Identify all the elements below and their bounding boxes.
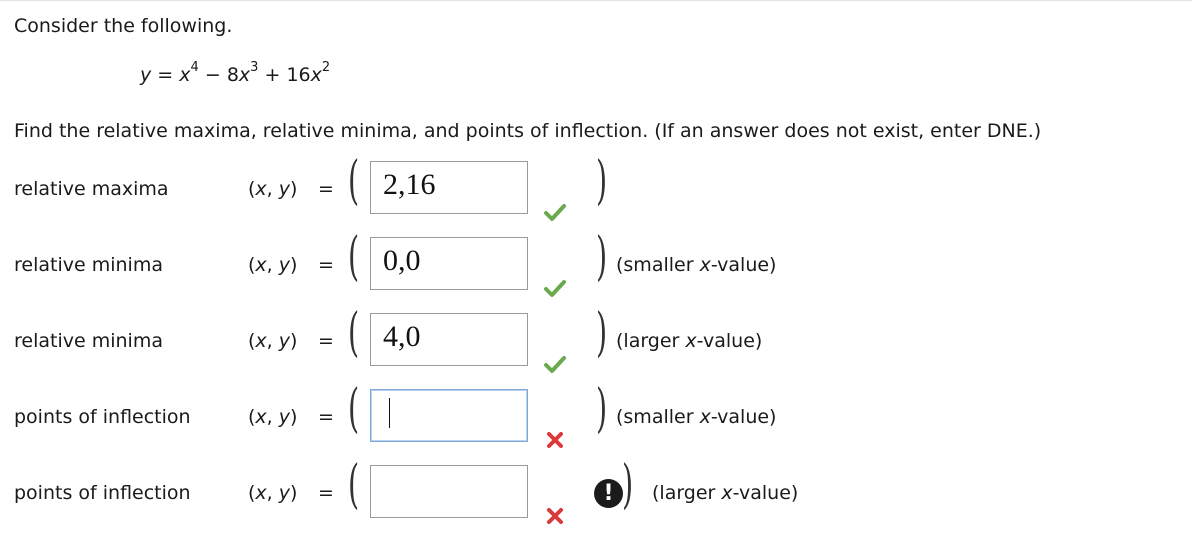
eq-term1-base: x bbox=[179, 64, 191, 86]
instructions: Find the relative maxima, relative minim… bbox=[14, 120, 1042, 142]
eq-op1: − bbox=[204, 64, 221, 86]
top-divider bbox=[0, 0, 1192, 1]
hint-var: x bbox=[699, 406, 711, 428]
answer-value: 0,0 bbox=[383, 244, 421, 277]
hint-pre: (smaller bbox=[616, 406, 700, 428]
eq-term3-base: x bbox=[310, 64, 322, 86]
open-paren: ( bbox=[348, 379, 360, 439]
row-hint: (larger x-value) bbox=[616, 330, 762, 352]
answer-input[interactable]: 0,0 bbox=[370, 237, 528, 290]
eq-term3-exp: 2 bbox=[321, 59, 331, 75]
close-paren: ) bbox=[596, 227, 608, 287]
hint-var: x bbox=[699, 254, 711, 276]
check-icon bbox=[544, 204, 566, 221]
coord-x: x bbox=[255, 254, 267, 276]
hint-pre: (smaller bbox=[616, 254, 700, 276]
coord-y: y bbox=[278, 406, 291, 428]
answer-row-relative-minima-smaller: relative minima (x, y) = ( 0,0 ) (smalle… bbox=[0, 231, 1192, 313]
hint-post: -value) bbox=[696, 330, 763, 352]
coordinate-label: (x, y) bbox=[248, 330, 298, 352]
equals-sign: = bbox=[318, 330, 334, 352]
coord-y: y bbox=[278, 178, 291, 200]
row-hint: (smaller x-value) bbox=[616, 254, 776, 276]
hint-pre: (larger bbox=[652, 482, 722, 504]
close-paren: ) bbox=[622, 455, 634, 515]
hint-post: -value) bbox=[732, 482, 799, 504]
answer-row-inflection-smaller: points of inflection (x, y) = ( ) (small… bbox=[0, 383, 1192, 465]
row-label: points of inflection bbox=[14, 406, 191, 428]
check-icon bbox=[544, 356, 566, 373]
equals-sign: = bbox=[318, 482, 334, 504]
answer-row-relative-minima-larger: relative minima (x, y) = ( 4,0 ) (larger… bbox=[0, 307, 1192, 389]
open-paren: ( bbox=[348, 455, 360, 515]
row-label: relative minima bbox=[14, 330, 163, 352]
coord-y: y bbox=[278, 254, 291, 276]
coord-x: x bbox=[255, 330, 267, 352]
hint-var: x bbox=[685, 330, 697, 352]
answer-row-relative-maxima: relative maxima (x, y) = ( 2,16 ) bbox=[0, 155, 1192, 237]
eq-lhs: y bbox=[140, 64, 152, 86]
eq-term2-exp: 3 bbox=[250, 59, 259, 75]
row-hint: (smaller x-value) bbox=[616, 406, 776, 428]
open-paren: ( bbox=[348, 151, 360, 211]
equals-sign: = bbox=[318, 254, 334, 276]
coordinate-label: (x, y) bbox=[248, 254, 298, 276]
close-paren: ) bbox=[596, 303, 608, 363]
eq-term2-base: x bbox=[238, 64, 251, 86]
check-icon bbox=[544, 280, 566, 297]
cross-icon bbox=[547, 508, 563, 524]
answer-input[interactable]: 2,16 bbox=[370, 161, 528, 214]
answer-input[interactable] bbox=[370, 465, 528, 518]
text-cursor bbox=[389, 398, 390, 428]
cross-icon bbox=[547, 432, 563, 448]
close-paren: ) bbox=[596, 379, 608, 439]
eq-term2-coef: 8 bbox=[226, 64, 239, 86]
eq-op2: + bbox=[264, 64, 281, 86]
coordinate-label: (x, y) bbox=[248, 178, 298, 200]
close-paren: ) bbox=[596, 151, 608, 211]
answer-row-inflection-larger: points of inflection (x, y) = ( ! ) (lar… bbox=[0, 459, 1192, 541]
open-paren: ( bbox=[348, 303, 360, 363]
row-label: relative minima bbox=[14, 254, 163, 276]
answer-input[interactable] bbox=[370, 389, 528, 442]
hint-post: -value) bbox=[710, 254, 777, 276]
eq-term3-coef: 16 bbox=[286, 64, 311, 86]
function-equation: y = x4 − 8x3 + 16x2 bbox=[140, 61, 330, 86]
answer-value: 4,0 bbox=[383, 320, 421, 353]
coord-y: y bbox=[278, 482, 291, 504]
row-label: points of inflection bbox=[14, 482, 191, 504]
alert-icon[interactable]: ! bbox=[594, 479, 623, 508]
answer-input[interactable]: 4,0 bbox=[370, 313, 528, 366]
coord-x: x bbox=[255, 482, 267, 504]
equals-sign: = bbox=[318, 178, 334, 200]
coord-x: x bbox=[255, 178, 267, 200]
eq-equals: = bbox=[157, 64, 174, 86]
row-hint: (larger x-value) bbox=[652, 482, 798, 504]
coordinate-label: (x, y) bbox=[248, 482, 298, 504]
coordinate-label: (x, y) bbox=[248, 406, 298, 428]
problem-intro: Consider the following. bbox=[14, 15, 233, 37]
eq-term1-exp: 4 bbox=[190, 59, 199, 75]
open-paren: ( bbox=[348, 227, 360, 287]
hint-var: x bbox=[721, 482, 733, 504]
equals-sign: = bbox=[318, 406, 334, 428]
answer-value: 2,16 bbox=[383, 168, 436, 201]
hint-pre: (larger bbox=[616, 330, 686, 352]
hint-post: -value) bbox=[710, 406, 777, 428]
row-label: relative maxima bbox=[14, 178, 169, 200]
coord-x: x bbox=[255, 406, 267, 428]
coord-y: y bbox=[278, 330, 291, 352]
